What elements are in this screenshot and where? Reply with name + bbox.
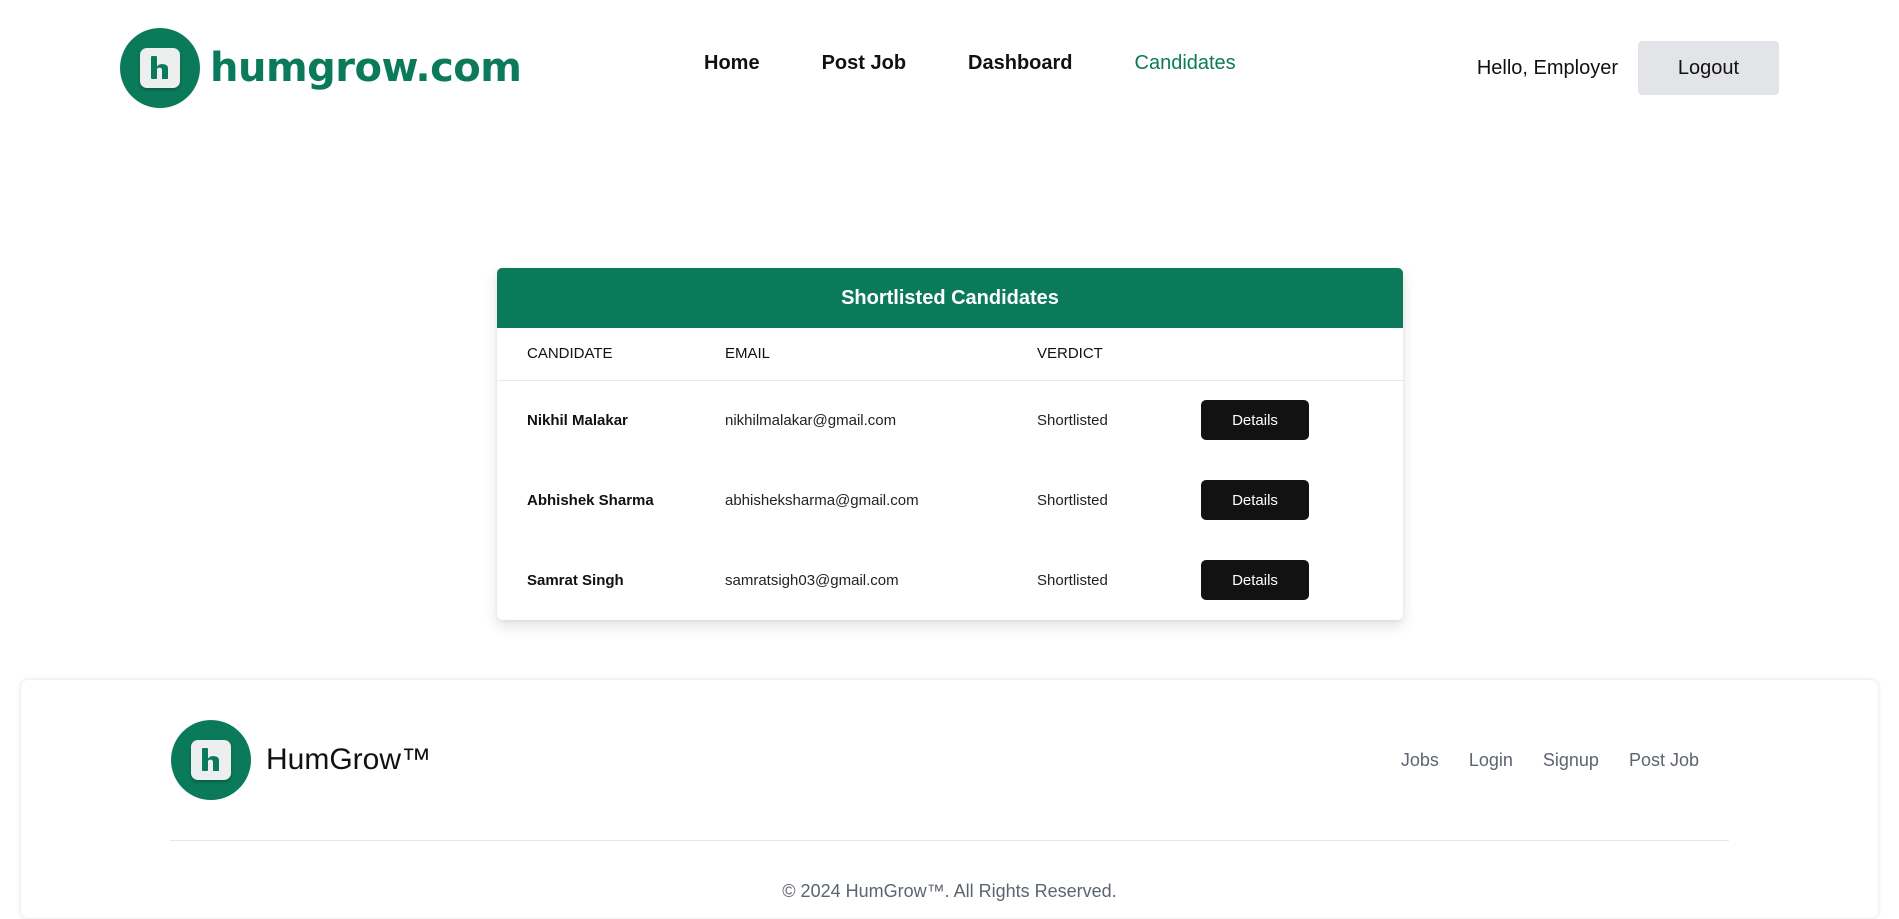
card-header: Shortlisted Candidates bbox=[497, 268, 1403, 328]
logout-button[interactable]: Logout bbox=[1638, 41, 1779, 95]
action-cell: Details bbox=[1201, 460, 1403, 540]
footer-link-jobs[interactable]: Jobs bbox=[1401, 750, 1439, 771]
footer-nav: Jobs Login Signup Post Job bbox=[1371, 750, 1699, 771]
candidate-verdict: Shortlisted bbox=[1037, 491, 1108, 509]
table-row: Abhishek Sharma abhisheksharma@gmail.com… bbox=[497, 460, 1403, 540]
details-button[interactable]: Details bbox=[1201, 480, 1309, 520]
footer-link-post-job[interactable]: Post Job bbox=[1629, 750, 1699, 771]
details-button[interactable]: Details bbox=[1201, 560, 1309, 600]
candidate-name: Abhishek Sharma bbox=[527, 491, 654, 509]
footer-brand[interactable]: HumGrow™ bbox=[171, 720, 431, 800]
details-button[interactable]: Details bbox=[1201, 400, 1309, 441]
table-header-row: CANDIDATE EMAIL VERDICT bbox=[497, 328, 1403, 380]
candidate-email: nikhilmalakar@gmail.com bbox=[725, 411, 897, 429]
brand-name: humgrow.com bbox=[210, 45, 522, 91]
candidates-table: CANDIDATE EMAIL VERDICT Nikhil Malakar n… bbox=[497, 328, 1403, 620]
user-greeting: Hello, Employer bbox=[1476, 56, 1618, 79]
candidate-name: Samrat Singh bbox=[527, 571, 624, 589]
column-header-action bbox=[1201, 328, 1403, 380]
shortlisted-candidates-card: Shortlisted Candidates CANDIDATE EMAIL V… bbox=[497, 268, 1403, 620]
candidate-email: abhisheksharma@gmail.com bbox=[725, 491, 919, 509]
candidate-verdict: Shortlisted bbox=[1037, 571, 1108, 589]
candidate-verdict: Shortlisted bbox=[1037, 411, 1108, 429]
footer-link-signup[interactable]: Signup bbox=[1543, 750, 1599, 771]
table-row: Nikhil Malakar nikhilmalakar@gmail.com S… bbox=[497, 380, 1403, 460]
nav-dashboard[interactable]: Dashboard bbox=[968, 52, 1072, 75]
copyright-text: © 2024 HumGrow™. All Rights Reserved. bbox=[782, 881, 1117, 901]
main-nav: Home Post Job Dashboard Candidates bbox=[704, 52, 1236, 75]
action-cell: Details bbox=[1201, 380, 1403, 460]
nav-post-job[interactable]: Post Job bbox=[822, 52, 906, 75]
column-header-candidate: CANDIDATE bbox=[527, 345, 613, 363]
nav-candidates[interactable]: Candidates bbox=[1135, 52, 1236, 75]
table-row: Samrat Singh samratsigh03@gmail.com Shor… bbox=[497, 540, 1403, 620]
candidate-email: samratsigh03@gmail.com bbox=[725, 571, 899, 589]
site-header: humgrow.com Home Post Job Dashboard Cand… bbox=[0, 0, 1899, 135]
h-logo-icon bbox=[171, 720, 251, 800]
footer-divider bbox=[170, 840, 1729, 841]
candidate-name: Nikhil Malakar bbox=[527, 411, 628, 429]
column-header-verdict: VERDICT bbox=[1037, 345, 1103, 363]
column-header-email: EMAIL bbox=[725, 345, 771, 363]
user-area: Hello, Employer Logout bbox=[1477, 41, 1779, 95]
nav-home[interactable]: Home bbox=[704, 52, 760, 75]
action-cell: Details bbox=[1201, 540, 1403, 620]
site-footer: HumGrow™ Jobs Login Signup Post Job © 20… bbox=[20, 679, 1879, 919]
card-title: Shortlisted Candidates bbox=[841, 286, 1059, 309]
brand-logo-link[interactable]: humgrow.com bbox=[120, 28, 522, 108]
footer-link-login[interactable]: Login bbox=[1469, 750, 1513, 771]
footer-brand-name: HumGrow™ bbox=[266, 743, 432, 776]
h-logo-icon bbox=[120, 28, 200, 108]
